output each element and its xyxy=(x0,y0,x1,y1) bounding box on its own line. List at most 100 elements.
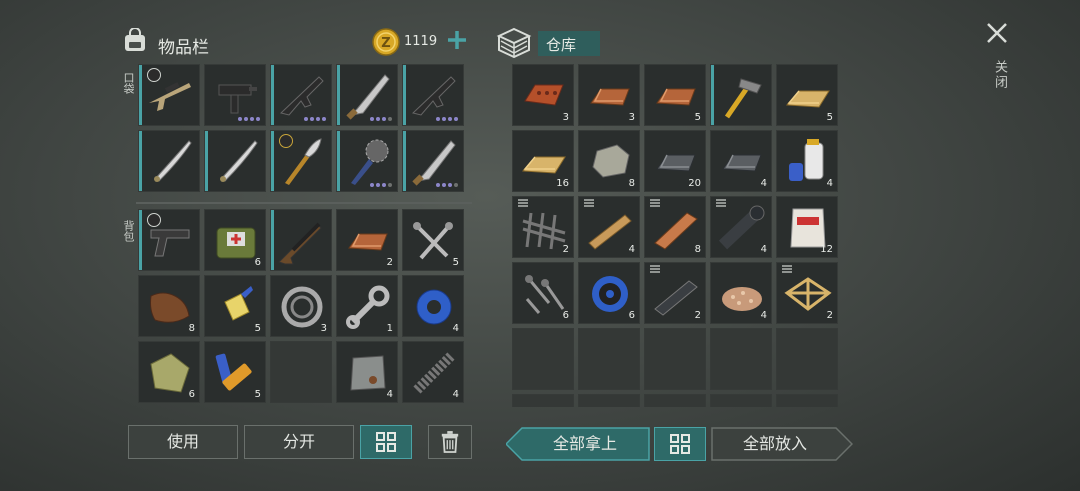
inventory-header: 物品栏 Z 1119 xyxy=(122,26,472,60)
item-quantity: 4 xyxy=(628,244,635,255)
item-slot[interactable]: 6 xyxy=(138,341,200,403)
item-slot[interactable] xyxy=(336,130,398,192)
empty-slot[interactable] xyxy=(710,328,772,390)
item-quantity: 3 xyxy=(562,112,569,123)
durability-bar xyxy=(271,210,274,270)
item-quantity: 4 xyxy=(760,178,767,189)
item-slot[interactable] xyxy=(270,130,332,192)
item-slot[interactable]: 4 xyxy=(336,341,398,403)
machete-icon xyxy=(346,74,390,120)
discard-button[interactable] xyxy=(428,425,472,459)
empty-slot[interactable] xyxy=(512,394,574,407)
item-slot[interactable]: 4 xyxy=(710,262,772,324)
item-slot[interactable]: 3 xyxy=(270,275,332,337)
item-quantity: 2 xyxy=(694,310,701,321)
copper-ingot-icon xyxy=(656,88,696,106)
item-slot[interactable] xyxy=(402,130,464,192)
durability-bar xyxy=(337,131,340,191)
storage-sort-button[interactable] xyxy=(654,427,706,461)
item-slot[interactable] xyxy=(204,64,266,126)
item-slot[interactable]: 4 xyxy=(402,341,464,403)
empty-slot[interactable] xyxy=(644,394,706,407)
item-quantity: 4 xyxy=(760,310,767,321)
empty-slot[interactable] xyxy=(776,328,838,390)
split-button[interactable]: 分开 xyxy=(244,425,354,459)
item-slot[interactable]: 12 xyxy=(776,196,838,258)
katana-icon xyxy=(220,140,258,182)
wood-plank-icon xyxy=(785,90,830,108)
item-slot[interactable]: 4 xyxy=(402,275,464,337)
item-quantity: 20 xyxy=(688,178,701,189)
batteries-icon xyxy=(215,353,252,391)
coin-count: 1119 xyxy=(404,34,438,49)
item-quantity: 5 xyxy=(254,389,261,400)
rebar-mesh-icon xyxy=(522,212,566,250)
item-slot[interactable] xyxy=(204,130,266,192)
inventory-sort-button[interactable] xyxy=(360,425,412,459)
close-icon[interactable] xyxy=(986,22,1008,44)
rarity-dots xyxy=(304,117,326,121)
item-slot[interactable]: 5 xyxy=(644,64,706,126)
empty-slot[interactable] xyxy=(512,328,574,390)
item-slot[interactable]: 5 xyxy=(204,275,266,337)
item-slot[interactable]: 1 xyxy=(336,275,398,337)
put-all-button[interactable]: 全部放入 xyxy=(715,427,835,461)
item-slot[interactable] xyxy=(270,64,332,126)
empty-slot[interactable] xyxy=(776,394,838,407)
take-all-button[interactable]: 全部拿上 xyxy=(526,427,644,461)
item-slot[interactable]: 5 xyxy=(402,209,464,271)
item-slot[interactable]: 3 xyxy=(512,64,574,126)
svg-text:Z: Z xyxy=(381,36,390,51)
empty-slot[interactable] xyxy=(644,328,706,390)
wood-frame-icon xyxy=(784,277,832,311)
item-slot[interactable]: 3 xyxy=(578,64,640,126)
item-slot[interactable]: 4 xyxy=(578,196,640,258)
item-slot[interactable]: 6 xyxy=(578,262,640,324)
item-slot[interactable]: 4 xyxy=(710,196,772,258)
pistol-icon xyxy=(150,229,190,257)
item-slot[interactable]: 5 xyxy=(776,64,838,126)
item-slot[interactable] xyxy=(138,209,200,271)
empty-slot[interactable] xyxy=(710,394,772,407)
empty-slot[interactable] xyxy=(578,394,640,407)
item-slot[interactable]: 2 xyxy=(644,262,706,324)
storage-tab[interactable]: 仓库 xyxy=(538,31,600,56)
durability-bar xyxy=(711,65,714,125)
use-button[interactable]: 使用 xyxy=(128,425,238,459)
empty-slot[interactable] xyxy=(270,341,332,403)
item-quantity: 4 xyxy=(826,178,833,189)
item-slot[interactable]: 5 xyxy=(204,341,266,403)
item-slot[interactable]: 2 xyxy=(336,209,398,271)
item-slot[interactable] xyxy=(138,64,200,126)
item-slot[interactable]: 2 xyxy=(512,196,574,258)
item-quantity: 2 xyxy=(386,257,393,268)
item-slot[interactable]: 4 xyxy=(710,130,772,192)
nails-icon xyxy=(413,222,453,260)
item-slot[interactable]: 6 xyxy=(204,209,266,271)
item-quantity: 8 xyxy=(628,178,635,189)
durability-bar xyxy=(403,131,406,191)
item-quantity: 5 xyxy=(694,112,701,123)
item-slot[interactable]: 8 xyxy=(644,196,706,258)
item-quantity: 1 xyxy=(386,323,393,334)
item-slot[interactable]: 8 xyxy=(578,130,640,192)
item-slot[interactable] xyxy=(402,64,464,126)
grid-sort-icon xyxy=(376,432,396,452)
iron-ingot-icon xyxy=(722,154,762,172)
item-slot[interactable] xyxy=(270,209,332,271)
item-slot[interactable]: 16 xyxy=(512,130,574,192)
item-slot[interactable]: 8 xyxy=(138,275,200,337)
close-label[interactable]: 关闭 xyxy=(990,60,1009,90)
item-quantity: 5 xyxy=(826,112,833,123)
item-slot[interactable]: 4 xyxy=(776,130,838,192)
rarity-dots xyxy=(238,117,260,121)
item-slot[interactable] xyxy=(710,64,772,126)
item-slot[interactable]: 6 xyxy=(512,262,574,324)
metal-plate-icon xyxy=(350,355,386,391)
item-slot[interactable]: 20 xyxy=(644,130,706,192)
empty-slot[interactable] xyxy=(578,328,640,390)
item-slot[interactable] xyxy=(336,64,398,126)
item-slot[interactable] xyxy=(138,130,200,192)
add-coins-plus-icon[interactable] xyxy=(445,28,469,52)
item-slot[interactable]: 2 xyxy=(776,262,838,324)
